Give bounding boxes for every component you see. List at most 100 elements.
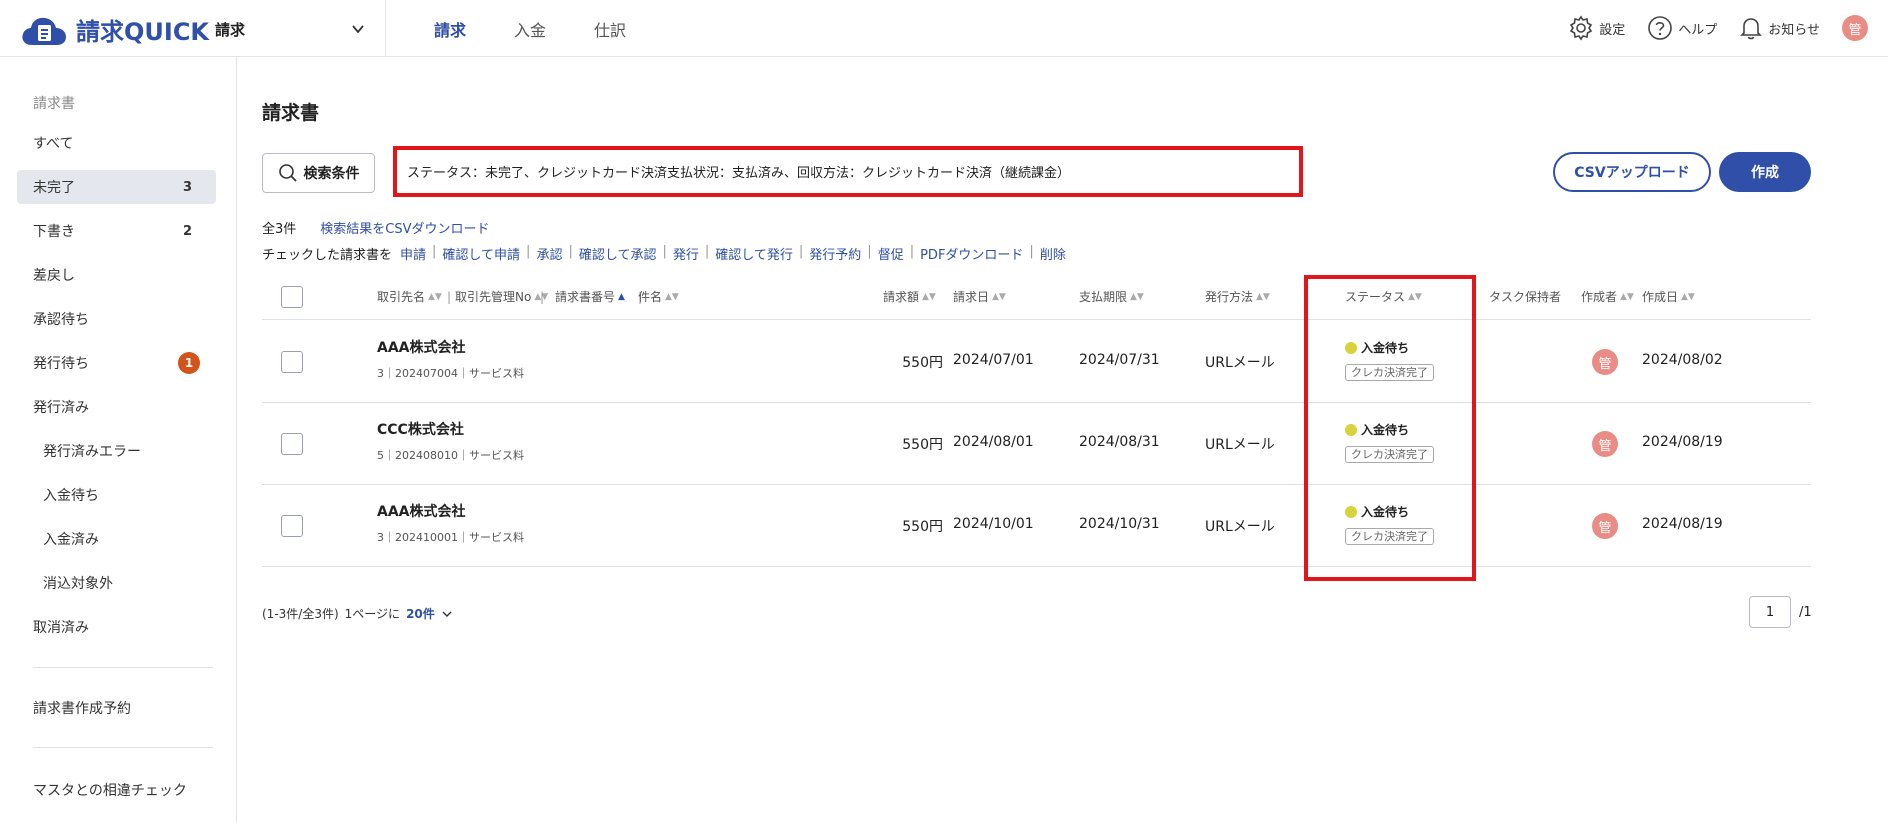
column-client-no[interactable]: 取引先管理No ▲▼ — [455, 273, 548, 320]
action-confirm-apply[interactable]: 確認して申請 — [442, 244, 520, 263]
sidebar-item-master-check[interactable]: マスタとの相違チェック — [17, 773, 216, 807]
action-confirm-approve[interactable]: 確認して承認 — [579, 244, 657, 263]
sidebar-item-label: すべて — [33, 136, 74, 152]
table-row[interactable]: AAA株式会社 3｜202410001｜サービス料 550円 2024/10/0… — [262, 485, 1811, 567]
column-created[interactable]: 作成日 ▲▼ — [1642, 273, 1695, 320]
sidebar-item-excluded[interactable]: 消込対象外 — [17, 566, 216, 600]
sidebar-item-label: 承認待ち — [33, 312, 89, 328]
bell-icon — [1740, 18, 1763, 40]
sidebar-item-all[interactable]: すべて — [17, 126, 216, 160]
row-subinfo: 3｜202407004｜サービス料 — [377, 367, 524, 380]
tab-journal[interactable]: 仕訳 — [570, 0, 650, 57]
divider — [385, 0, 386, 57]
created-date: 2024/08/02 — [1642, 352, 1723, 368]
action-issue[interactable]: 発行 — [673, 244, 699, 263]
invoice-date: 2024/08/01 — [953, 434, 1034, 450]
column-client[interactable]: 取引先名 ▲▼ — [377, 273, 442, 320]
sidebar-item-incomplete[interactable]: 未完了 3 — [17, 170, 216, 204]
action-pdf-download[interactable]: PDFダウンロード — [920, 244, 1023, 263]
client-name[interactable]: AAA株式会社 — [377, 337, 466, 357]
column-subject[interactable]: 件名 ▲▼ — [638, 273, 679, 320]
csv-upload-button[interactable]: CSVアップロード — [1553, 152, 1711, 192]
help-button[interactable]: ヘルプ — [1647, 15, 1717, 41]
sidebar-item-awaiting-issue[interactable]: 発行待ち 1 — [17, 346, 216, 380]
pager: 1 /1 — [1749, 596, 1812, 628]
notice-label: お知らせ — [1768, 22, 1820, 38]
creator-avatar: 管 — [1592, 349, 1618, 375]
result-count-line: 全3件 検索結果をCSVダウンロード — [262, 218, 490, 237]
action-schedule-issue[interactable]: 発行予約 — [809, 244, 861, 263]
sidebar-item-draft[interactable]: 下書き 2 — [17, 214, 216, 248]
issue-method: URLメール — [1205, 519, 1275, 535]
action-remind[interactable]: 督促 — [878, 244, 904, 263]
table-row[interactable]: CCC株式会社 5｜202408010｜サービス料 550円 2024/08/0… — [262, 403, 1811, 485]
top-bar: 請求QUICK 請求 請求 入金 仕訳 設定 ヘルプ お知らせ 管 — [0, 0, 1888, 57]
search-conditions-label: 検索条件 — [303, 166, 360, 182]
sidebar-item-reservation[interactable]: 請求書作成予約 — [17, 691, 216, 725]
per-page-select[interactable]: 20件 — [406, 605, 435, 622]
column-label: 請求日 — [953, 290, 990, 304]
client-name[interactable]: AAA株式会社 — [377, 501, 466, 521]
column-date[interactable]: 請求日 ▲▼ — [953, 273, 1006, 320]
sidebar-item-label: 未完了 — [33, 180, 75, 196]
sidebar-item-label: マスタとの相違チェック — [33, 783, 187, 799]
page-title: 請求書 — [262, 102, 320, 124]
create-button[interactable]: 作成 — [1719, 152, 1811, 192]
row-checkbox[interactable] — [281, 433, 303, 455]
sidebar-item-awaiting-approval[interactable]: 承認待ち — [17, 302, 216, 336]
action-confirm-issue[interactable]: 確認して発行 — [715, 244, 793, 263]
table-header: 取引先名 ▲▼ | 取引先管理No ▲▼ | 請求書番号 ▲ | 件名 ▲▼ 請求額 ▲▼… — [262, 273, 1811, 320]
action-delete[interactable]: 削除 — [1040, 244, 1066, 263]
due-date: 2024/10/31 — [1079, 516, 1160, 532]
sidebar-divider — [33, 747, 213, 748]
sidebar-item-label: 消込対象外 — [43, 576, 113, 592]
sidebar-item-label: 差戻し — [33, 268, 75, 284]
search-icon — [278, 164, 297, 182]
tab-payment[interactable]: 入金 — [490, 0, 570, 57]
page-input[interactable]: 1 — [1749, 596, 1791, 628]
created-date: 2024/08/19 — [1642, 434, 1723, 450]
sidebar-item-paid[interactable]: 入金済み — [17, 522, 216, 556]
cloud-logo-icon — [22, 17, 66, 45]
row-subinfo: 5｜202408010｜サービス料 — [377, 449, 524, 462]
row-checkbox[interactable] — [281, 351, 303, 373]
column-creator[interactable]: 作成者 ▲▼ — [1581, 273, 1634, 320]
settings-button[interactable]: 設定 — [1568, 15, 1625, 41]
issue-method: URLメール — [1205, 437, 1275, 453]
search-conditions-button[interactable]: 検索条件 — [262, 153, 375, 193]
user-avatar[interactable]: 管 — [1842, 15, 1868, 41]
invoice-date: 2024/10/01 — [953, 516, 1034, 532]
sidebar-item-cancelled[interactable]: 取消済み — [17, 610, 216, 644]
client-name[interactable]: CCC株式会社 — [377, 419, 464, 439]
gear-icon — [1570, 15, 1593, 41]
column-amount[interactable]: 請求額 ▲▼ — [883, 273, 936, 320]
chevron-down-icon[interactable] — [441, 608, 453, 620]
top-nav: 請求 入金 仕訳 — [410, 0, 650, 57]
sidebar-item-issued[interactable]: 発行済み — [17, 390, 216, 424]
table-row[interactable]: AAA株式会社 3｜202407004｜サービス料 550円 2024/07/0… — [262, 321, 1811, 403]
column-label: 取引先名 — [377, 290, 426, 304]
sidebar-item-issued-error[interactable]: 発行済みエラー — [17, 434, 216, 468]
bulk-actions-prefix: チェックした請求書を — [262, 248, 393, 263]
tab-invoice[interactable]: 請求 — [410, 0, 490, 57]
column-method[interactable]: 発行方法 ▲▼ — [1205, 273, 1270, 320]
sidebar-item-label: 入金待ち — [43, 488, 99, 504]
module-select[interactable]: 請求 — [215, 16, 365, 42]
column-due[interactable]: 支払期限 ▲▼ — [1079, 273, 1144, 320]
result-range: (1-3件/全3件) — [262, 607, 339, 621]
sidebar-item-awaiting-payment[interactable]: 入金待ち — [17, 478, 216, 512]
due-date: 2024/07/31 — [1079, 352, 1160, 368]
action-approve[interactable]: 承認 — [536, 244, 562, 263]
sidebar-item-returned[interactable]: 差戻し — [17, 258, 216, 292]
created-date: 2024/08/19 — [1642, 516, 1723, 532]
row-checkbox[interactable] — [281, 515, 303, 537]
column-label: 作成日 — [1642, 290, 1679, 304]
app-logo[interactable]: 請求QUICK — [20, 12, 209, 47]
action-apply[interactable]: 申請 — [400, 244, 426, 263]
notice-button[interactable]: お知らせ — [1739, 15, 1820, 41]
select-all-checkbox[interactable] — [281, 286, 303, 308]
csv-download-link[interactable]: 検索結果をCSVダウンロード — [320, 218, 489, 237]
creator-avatar: 管 — [1592, 513, 1618, 539]
column-label: 作成者 — [1581, 290, 1618, 304]
column-invoice-no[interactable]: 請求書番号 ▲ — [555, 273, 625, 320]
